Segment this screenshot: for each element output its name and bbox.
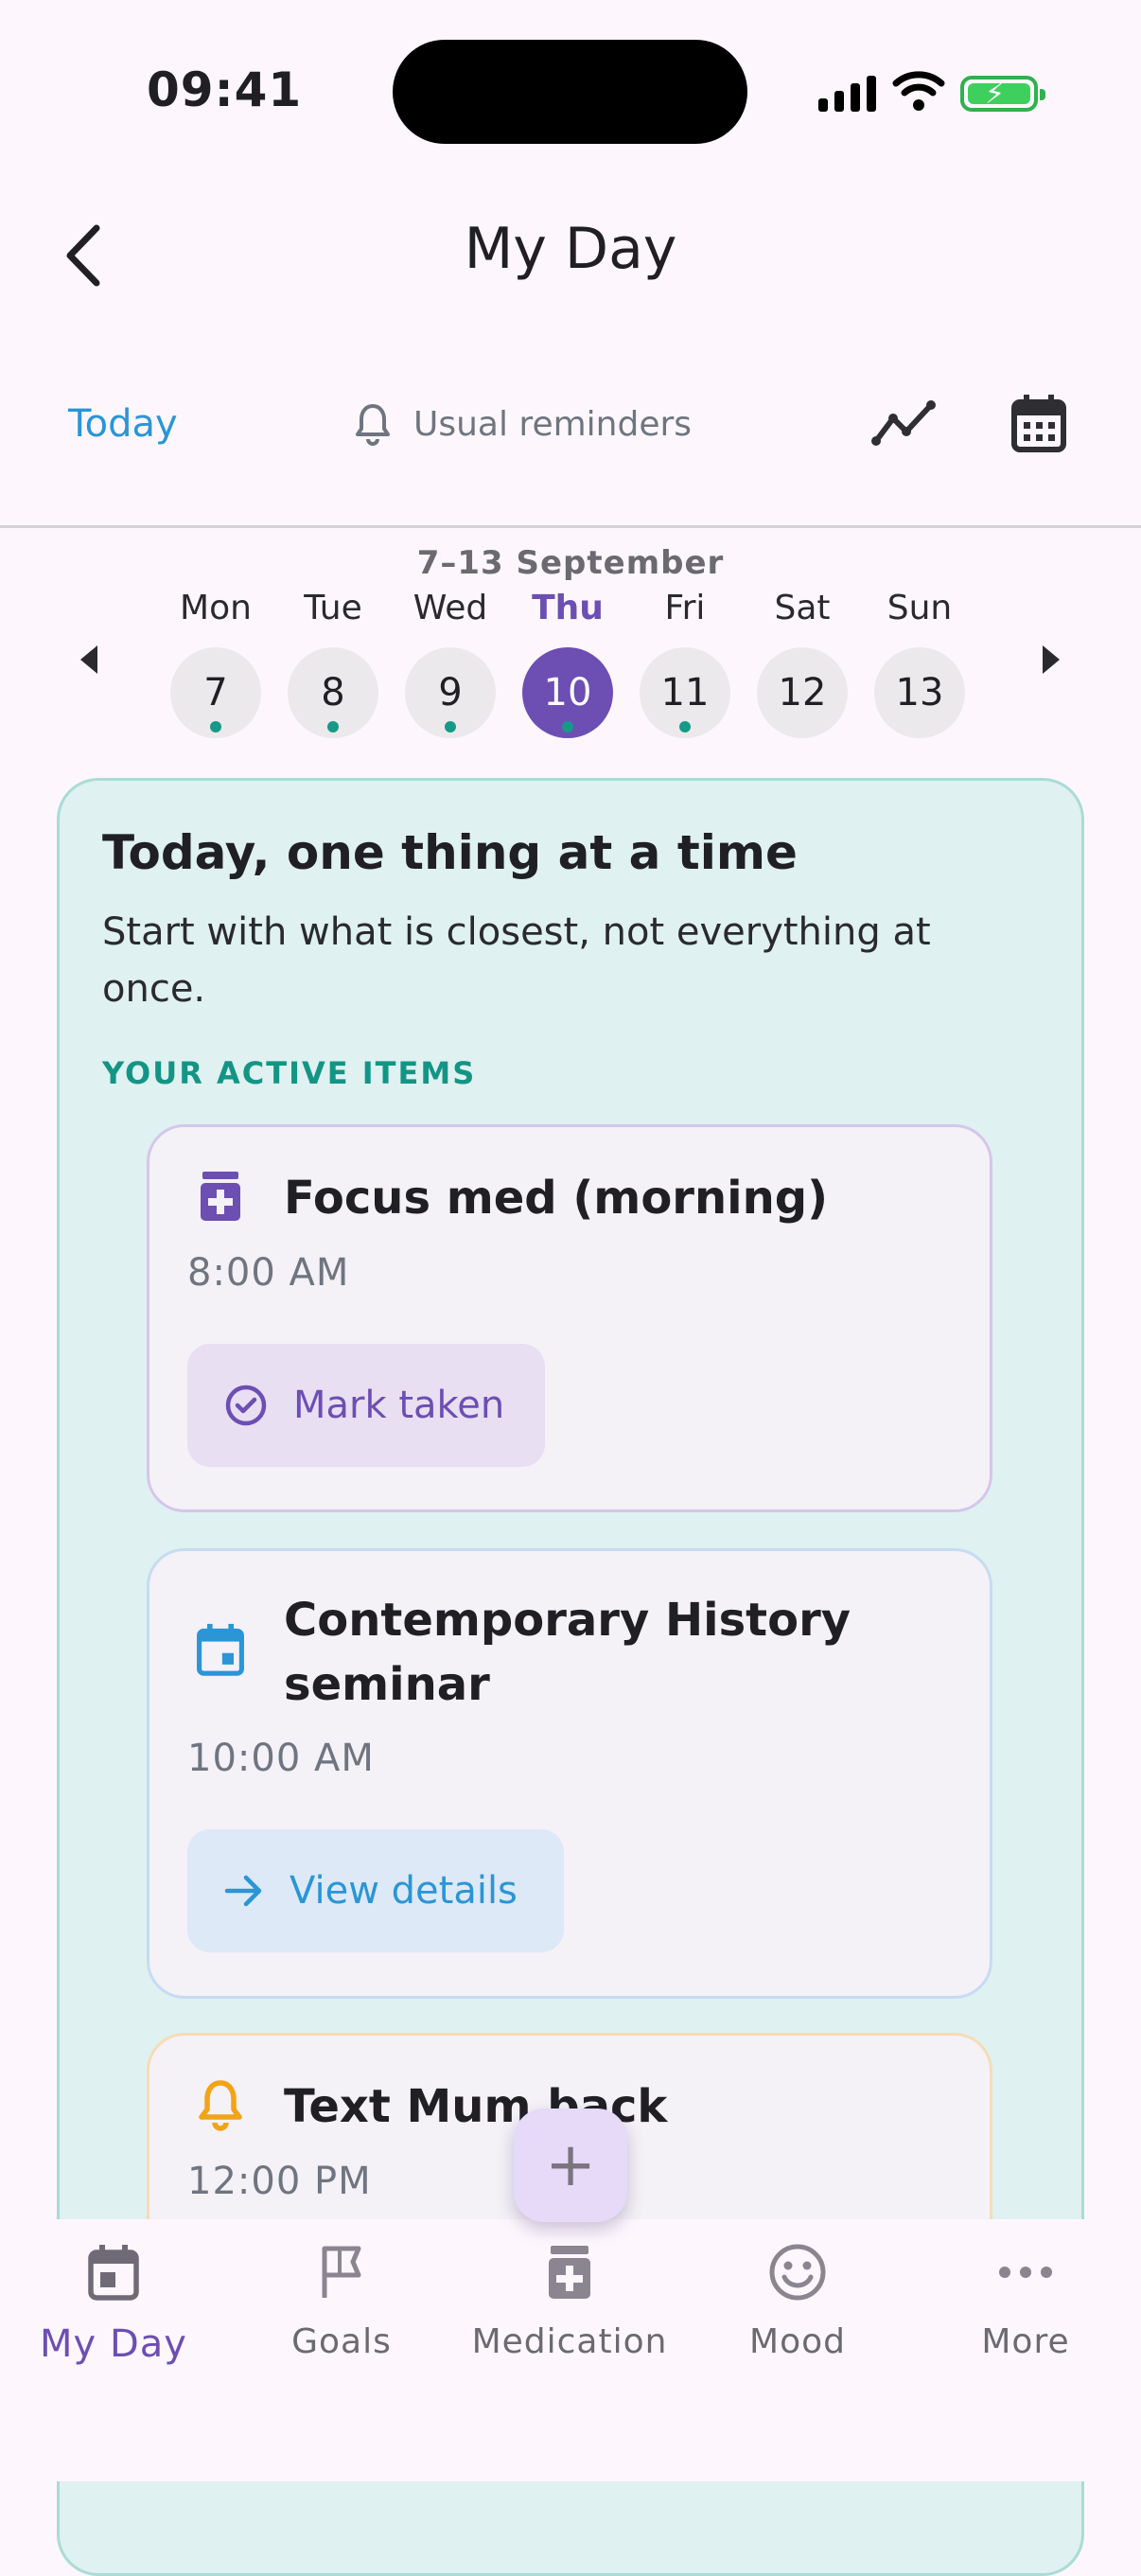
- medication-icon: [201, 1172, 240, 1221]
- day-number-label: 11: [660, 671, 710, 715]
- calendar-event-icon: [197, 1623, 244, 1676]
- week-range-label: 7–13 September: [416, 544, 725, 582]
- smiley-icon: [769, 2244, 826, 2301]
- battery-icon: ⚡: [960, 76, 1045, 112]
- medication-icon: [549, 2246, 590, 2299]
- card-title: Today, one thing at a time: [102, 825, 798, 880]
- arrow-right-icon: [224, 1875, 262, 1907]
- mark-taken-label: Mark taken: [293, 1384, 505, 1427]
- nav-label: Mood: [749, 2322, 846, 2361]
- usual-reminders-button[interactable]: Usual reminders: [355, 402, 692, 446]
- day-sat[interactable]: Sat 12: [757, 589, 848, 738]
- nav-mood[interactable]: Mood: [684, 2243, 911, 2361]
- day-name: Sun: [886, 589, 953, 627]
- bell-icon: [199, 2080, 242, 2131]
- day-number[interactable]: 11: [640, 647, 730, 738]
- nav-medication[interactable]: Medication: [456, 2243, 683, 2361]
- check-circle-icon: [225, 1385, 267, 1426]
- previous-week-arrow-icon[interactable]: [80, 645, 97, 674]
- page-title: My Day: [464, 216, 677, 282]
- signal-icon: [818, 76, 876, 112]
- nav-label: More: [981, 2322, 1070, 2361]
- day-name: Sat: [774, 589, 831, 627]
- day-number-label: 9: [438, 671, 463, 715]
- day-number-label: 12: [778, 671, 827, 715]
- wifi-icon: [892, 71, 945, 111]
- calendar-icon: [88, 2245, 139, 2301]
- card-subtitle: Start with what is closest, not everythi…: [102, 910, 931, 1011]
- trend-chart-icon[interactable]: [870, 396, 939, 449]
- today-button[interactable]: Today: [68, 402, 178, 446]
- item-title: Focus med (morning): [284, 1172, 829, 1225]
- add-button[interactable]: +: [514, 2108, 627, 2222]
- activity-dot: [562, 721, 573, 732]
- view-details-button[interactable]: View details: [187, 1829, 564, 1952]
- day-number[interactable]: 7: [170, 647, 261, 738]
- activity-dot: [679, 721, 691, 732]
- day-fri[interactable]: Fri 11: [640, 589, 730, 738]
- day-mon[interactable]: Mon 7: [170, 589, 261, 738]
- nav-label: Goals: [291, 2322, 392, 2361]
- calendar-icon[interactable]: [1010, 393, 1067, 453]
- day-thu[interactable]: Thu 10: [522, 589, 613, 738]
- day-name: Mon: [180, 589, 252, 627]
- nav-label: My Day: [40, 2322, 187, 2366]
- day-name: Wed: [413, 589, 488, 627]
- day-name: Tue: [304, 589, 362, 627]
- item-time: 12:00 PM: [187, 2160, 372, 2203]
- day-wed[interactable]: Wed 9: [405, 589, 496, 738]
- header-divider: [0, 525, 1141, 528]
- day-tue[interactable]: Tue 8: [288, 589, 378, 738]
- activity-dot: [210, 721, 221, 732]
- nav-my-day[interactable]: My Day: [0, 2243, 227, 2366]
- next-week-arrow-icon[interactable]: [1043, 645, 1060, 674]
- day-sun[interactable]: Sun 13: [874, 589, 965, 738]
- nav-more[interactable]: More: [912, 2243, 1139, 2361]
- day-number-label: 8: [321, 671, 345, 715]
- day-number-label: 13: [895, 671, 944, 715]
- day-number[interactable]: 8: [288, 647, 378, 738]
- week-day-strip: Mon 7 Tue 8 Wed 9 Thu 10 Fri 11 Sat 12 Sun 13: [170, 589, 965, 738]
- day-number[interactable]: 9: [405, 647, 496, 738]
- item-time: 8:00 AM: [187, 1251, 350, 1295]
- day-name: Fri: [664, 589, 706, 627]
- flag-icon: [322, 2246, 361, 2298]
- activity-dot: [445, 721, 456, 732]
- mark-taken-button[interactable]: Mark taken: [187, 1344, 545, 1467]
- day-number-label: 7: [203, 671, 228, 715]
- item-time: 10:00 AM: [187, 1737, 375, 1780]
- day-number[interactable]: 13: [874, 647, 965, 738]
- section-label: YOUR ACTIVE ITEMS: [102, 1055, 477, 1091]
- view-details-label: View details: [290, 1869, 518, 1913]
- dynamic-island: [393, 40, 747, 144]
- day-name: Thu: [532, 589, 604, 627]
- nav-goals[interactable]: Goals: [228, 2243, 455, 2361]
- nav-label: Medication: [471, 2322, 668, 2361]
- status-time: 09:41: [147, 62, 303, 117]
- bell-icon: [356, 404, 390, 446]
- activity-dot: [327, 721, 339, 732]
- reminders-label: Usual reminders: [413, 404, 693, 444]
- more-dots-icon: [999, 2267, 1052, 2278]
- day-number[interactable]: 10: [522, 647, 613, 738]
- day-number-label: 10: [543, 671, 592, 715]
- day-number[interactable]: 12: [757, 647, 848, 738]
- item-title: Contemporary History seminar: [284, 1594, 851, 1711]
